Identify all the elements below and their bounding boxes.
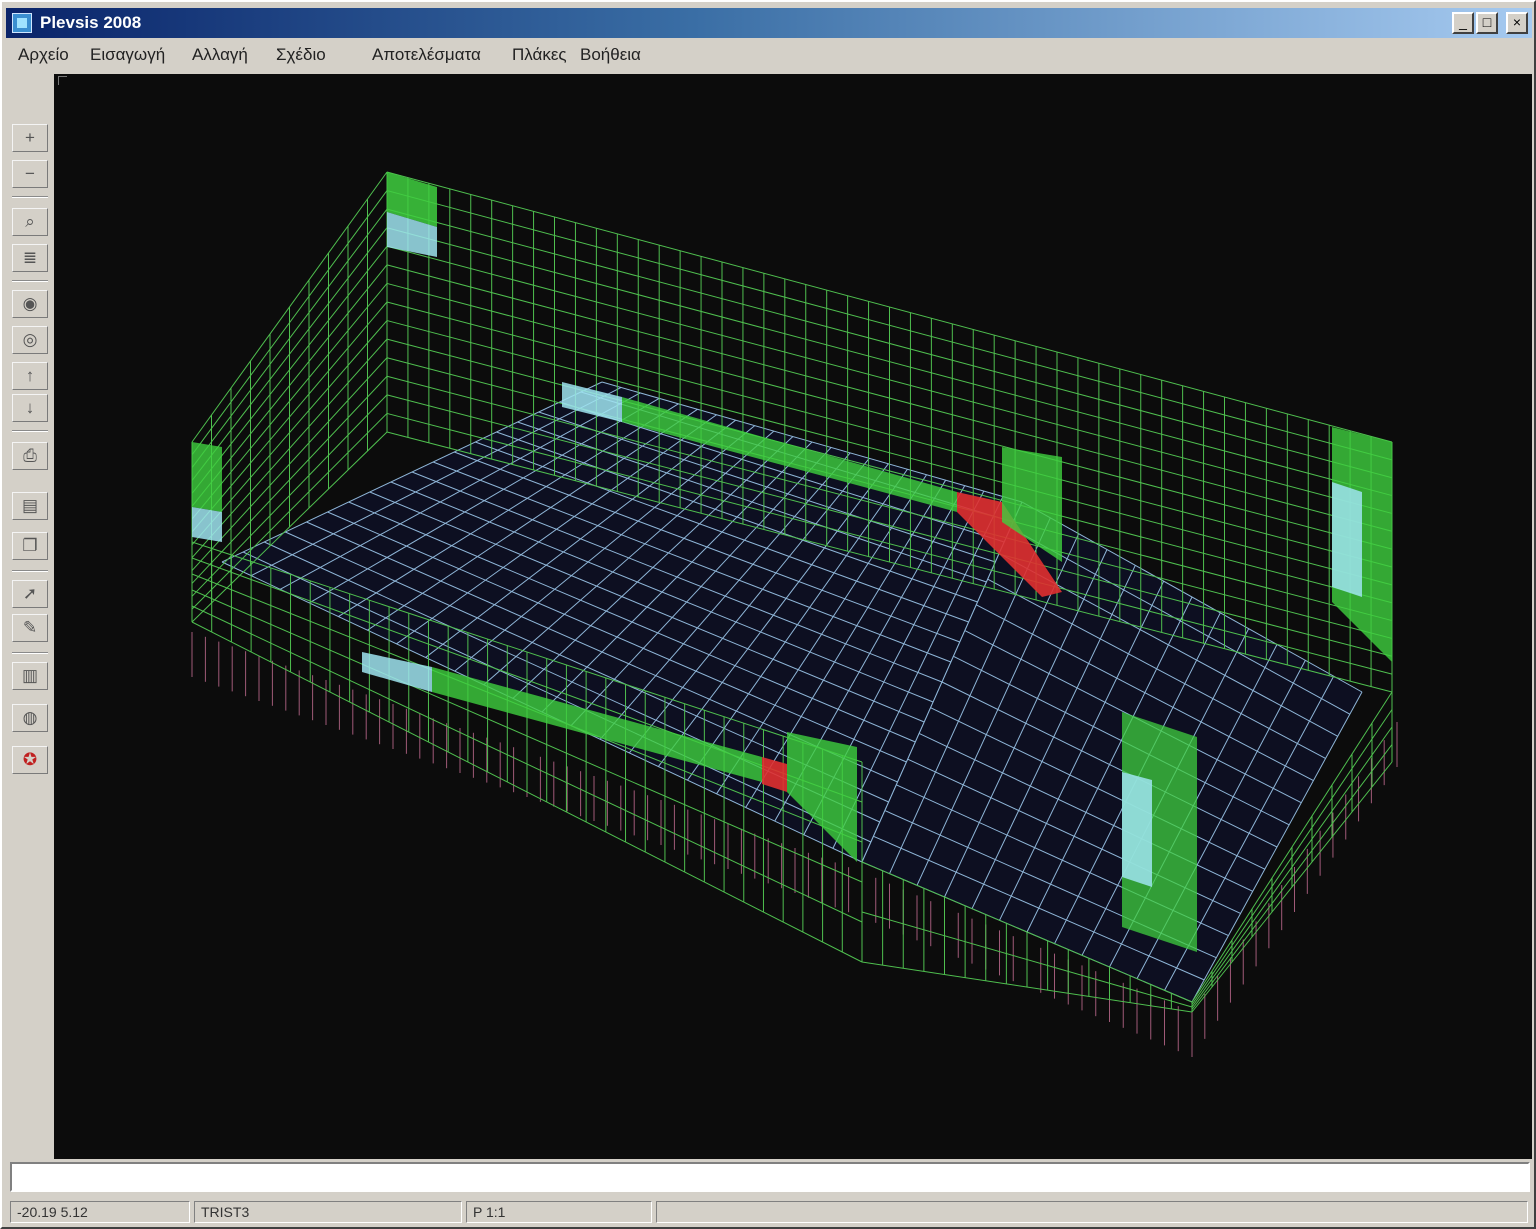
chart-icon: ▥ [21,666,39,685]
move-down-icon: ↓ [25,398,35,417]
zoom-in-button[interactable]: + [12,124,48,152]
layers-button[interactable]: ≣ [12,244,48,272]
status-bar: -20.19 5.12 TRIST3 P 1:1 [6,1199,1532,1225]
toolbar-separator [12,430,48,432]
toolbar-separator [12,196,48,198]
move-up-icon: ↑ [25,366,35,385]
stress-patch [192,442,222,512]
copy-icon: ❐ [22,536,38,555]
plus-icon: + [25,128,35,147]
layers-icon: ≣ [22,248,38,267]
minus-icon: − [25,164,35,183]
move-up-button[interactable]: ↑ [12,362,48,390]
vertical-toolbar: + − ⌕ ≣ ◉ ◎ ↑ ↓ ⎙ ▤ ❐ ➚ ✎ ▥ ◍ ✪ [6,74,52,1159]
stress-patch [1332,482,1362,597]
stress-patch [192,507,222,542]
minimize-button[interactable]: _ [1452,12,1474,34]
edit-tool-button[interactable]: ✎ [12,614,48,642]
toolbar-separator [12,652,48,654]
menu-file[interactable]: Αρχείο [18,45,69,65]
stress-patch [1122,772,1152,887]
zoom-icon: ⌕ [25,212,35,231]
title-bar[interactable]: Plevsis 2008 _ □ × [6,8,1532,38]
menu-results[interactable]: Αποτελέσματα [372,45,481,65]
zoom-window-button[interactable]: ⌕ [12,208,48,236]
view-button[interactable]: ◉ [12,290,48,318]
toolbar-separator [12,570,48,572]
close-icon: × [1512,14,1522,30]
maximize-icon: □ [1482,14,1492,30]
menu-slabs[interactable]: Πλάκες [512,45,567,65]
help-icon: ✪ [22,750,38,769]
maximize-button[interactable]: □ [1476,12,1498,34]
3d-viewport[interactable] [54,74,1532,1159]
zoom-out-button[interactable]: − [12,160,48,188]
app-window: Plevsis 2008 _ □ × Αρχείο Εισαγωγή Αλλαγ… [0,0,1536,1229]
menu-change[interactable]: Αλλαγή [192,45,248,65]
print-button[interactable]: ⎙ [12,442,48,470]
move-down-button[interactable]: ↓ [12,394,48,422]
stress-patch [362,652,432,692]
tool-icon: ✎ [22,618,38,637]
save-button[interactable]: ▤ [12,492,48,520]
help-button[interactable]: ✪ [12,746,48,774]
copy-button[interactable]: ❐ [12,532,48,560]
status-mode: TRIST3 [194,1201,462,1223]
toolbar-separator [12,280,48,282]
status-coordinates: -20.19 5.12 [10,1201,190,1223]
window-title: Plevsis 2008 [40,13,142,32]
globe-icon: ◍ [22,708,38,727]
chart-button[interactable]: ▥ [12,662,48,690]
print-icon: ⎙ [23,446,37,465]
menu-design[interactable]: Σχέδιο [276,45,326,65]
status-extra [656,1201,1528,1223]
menu-help[interactable]: Βοήθεια [580,45,641,65]
fem-model-canvas[interactable] [54,74,1532,1159]
pointer-icon: ➚ [22,584,38,603]
app-icon [12,13,32,33]
menu-bar: Αρχείο Εισαγωγή Αλλαγή Σχέδιο Αποτελέσμα… [6,40,1532,70]
view-alt-button[interactable]: ◎ [12,326,48,354]
eye-icon: ◉ [22,294,38,313]
render-button[interactable]: ◍ [12,704,48,732]
save-icon: ▤ [21,496,39,515]
status-scale: P 1:1 [466,1201,652,1223]
menu-insert[interactable]: Εισαγωγή [90,45,165,65]
command-input[interactable] [10,1162,1530,1192]
select-button[interactable]: ➚ [12,580,48,608]
close-button[interactable]: × [1506,12,1528,34]
eye-alt-icon: ◎ [22,330,38,349]
minimize-icon: _ [1459,14,1467,30]
